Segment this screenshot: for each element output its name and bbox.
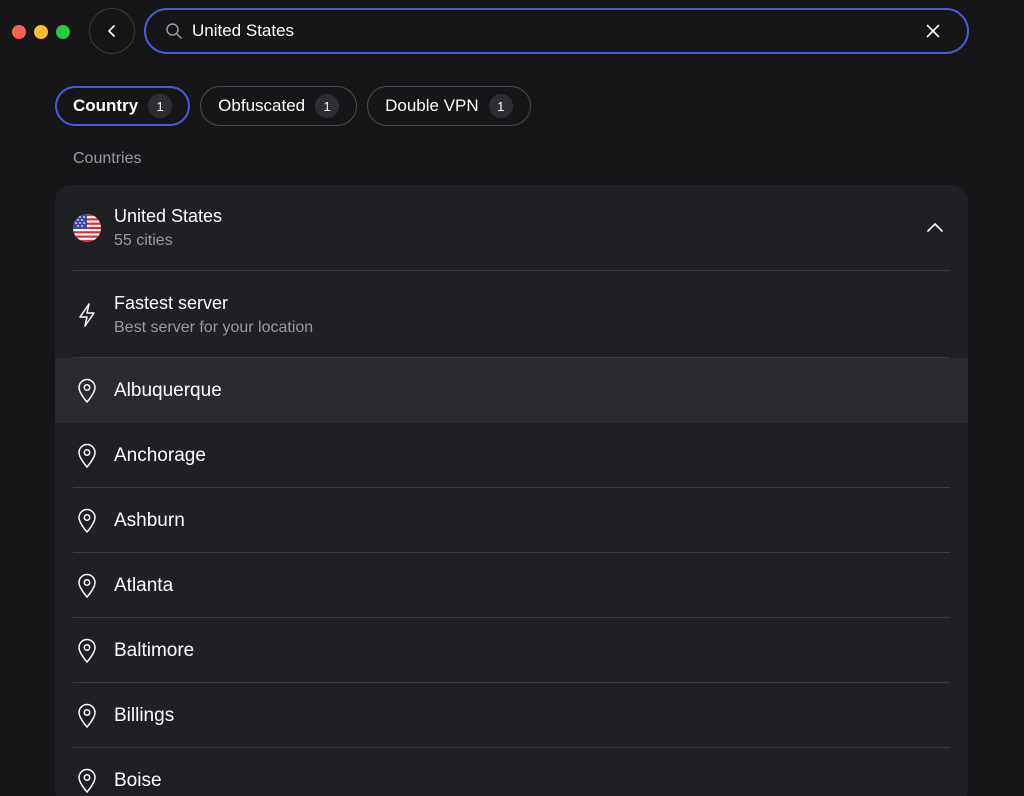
city-name: Billings [114,704,175,726]
location-pin-icon [73,767,101,795]
filter-chip-country[interactable]: Country 1 [55,86,191,126]
clear-search-button[interactable] [921,19,945,43]
city-name: Atlanta [114,574,174,596]
location-pin-icon [73,507,101,535]
filter-chip-double-vpn[interactable]: Double VPN 1 [367,86,531,126]
back-button[interactable] [89,8,135,54]
city-name: Anchorage [114,444,206,466]
city-name: Ashburn [114,509,185,531]
app-window: Country 1 Obfuscated 1 Double VPN 1 Coun… [0,0,1024,796]
search-icon [164,21,184,41]
location-pin-icon [73,377,101,405]
city-row-albuquerque[interactable]: Albuquerque [55,358,968,423]
city-row-boise[interactable]: Boise [55,748,968,796]
city-row-ashburn[interactable]: Ashburn [55,488,968,553]
location-pin-icon [73,637,101,665]
chevron-left-icon [108,25,115,37]
zoom-window-button[interactable] [56,25,70,39]
lightning-icon [73,301,101,329]
filter-chip-obfuscated[interactable]: Obfuscated 1 [200,86,358,126]
filter-count-badge: 1 [488,94,513,118]
minimize-window-button[interactable] [34,25,48,39]
city-name: Albuquerque [114,379,222,401]
filter-count-badge: 1 [148,94,173,118]
city-name: Baltimore [114,639,195,661]
filter-chip-label: Country [73,96,139,115]
section-label-countries: Countries [73,150,142,167]
city-row-baltimore[interactable]: Baltimore [55,618,968,683]
filter-chip-label: Obfuscated [218,96,306,115]
country-text: United States 55 cities [114,204,222,252]
fastest-server-row[interactable]: Fastest server Best server for your loca… [55,271,968,358]
fastest-server-subtitle: Best server for your location [114,318,314,336]
fastest-server-title: Fastest server [114,292,229,313]
filter-chips: Country 1 Obfuscated 1 Double VPN 1 [55,86,531,126]
city-row-billings[interactable]: Billings [55,683,968,748]
search-input[interactable] [192,21,921,41]
country-name: United States [114,206,223,226]
location-pin-icon [73,572,101,600]
close-icon [926,24,940,38]
close-window-button[interactable] [12,25,26,39]
us-flag-icon [73,214,101,242]
fastest-server-text: Fastest server Best server for your loca… [114,291,313,339]
chevron-up-icon[interactable] [924,217,946,239]
city-row-atlanta[interactable]: Atlanta [55,553,968,618]
city-name: Boise [114,769,162,791]
window-controls [12,25,70,39]
filter-count-badge: 1 [315,94,340,118]
country-city-count: 55 cities [114,232,173,249]
results-card: United States 55 cities Fastest server B… [55,185,968,796]
search-bar [144,8,969,54]
location-pin-icon [73,702,101,730]
filter-chip-label: Double VPN [385,96,479,115]
country-row-united-states[interactable]: United States 55 cities [55,185,968,271]
city-row-anchorage[interactable]: Anchorage [55,423,968,488]
location-pin-icon [73,442,101,470]
